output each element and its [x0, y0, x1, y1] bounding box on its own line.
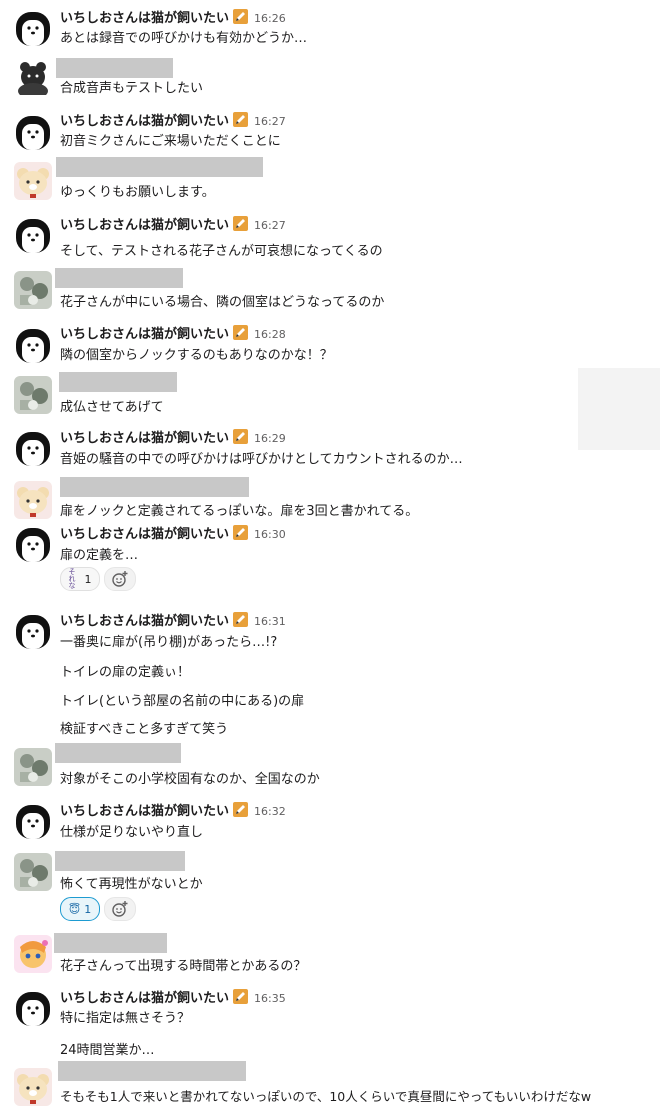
- pencil-badge-icon: [233, 9, 249, 24]
- gray-photo-avatar-icon[interactable]: [14, 748, 52, 786]
- sender-name[interactable]: いちしおさんは猫が飼いたい 16:30: [60, 523, 286, 542]
- redacted-username: [56, 58, 173, 78]
- beige-bear-avatar-icon[interactable]: [14, 1068, 52, 1106]
- message-text: 対象がそこの小学校固有なのか、全国なのか: [60, 772, 320, 787]
- background-panel: [578, 368, 660, 450]
- message-text: 扉の定義を…: [60, 548, 139, 563]
- redacted-username: [55, 851, 185, 871]
- sender-name[interactable]: いちしおさんは猫が飼いたい 16:31: [60, 610, 286, 629]
- timestamp[interactable]: 16:35: [254, 992, 286, 1005]
- message-text: 特に指定は無さそう？: [60, 1011, 191, 1026]
- beige-bear-avatar-icon[interactable]: [14, 162, 52, 200]
- message-text: トイレの扉の定義ぃ！: [60, 665, 191, 680]
- pencil-badge-icon: [233, 112, 249, 127]
- timestamp[interactable]: 16:31: [254, 615, 286, 628]
- gray-photo-avatar-icon[interactable]: [14, 271, 52, 309]
- redacted-username: [60, 477, 249, 497]
- sender-name[interactable]: いちしおさんは猫が飼いたい 16:27: [60, 214, 286, 233]
- white-bear-avatar-icon[interactable]: [14, 8, 52, 46]
- sorena-emoji-icon: それな: [68, 567, 76, 590]
- redacted-username: [59, 372, 177, 392]
- pencil-badge-icon: [233, 612, 249, 627]
- add-reaction-icon: [112, 571, 128, 587]
- sender-name-text[interactable]: いちしおさんは猫が飼いたい: [60, 431, 229, 446]
- gray-photo-avatar-icon[interactable]: [14, 853, 52, 891]
- message-text: 成仏させてあげて: [60, 400, 164, 415]
- pencil-badge-icon: [233, 325, 249, 340]
- white-bear-avatar-icon[interactable]: [14, 611, 52, 649]
- white-bear-avatar-icon[interactable]: [14, 988, 52, 1026]
- reaction-count: 1: [84, 902, 92, 916]
- sender-name-text[interactable]: いちしおさんは猫が飼いたい: [60, 114, 229, 129]
- white-bear-avatar-icon[interactable]: [14, 428, 52, 466]
- pencil-badge-icon: [233, 429, 249, 444]
- gray-photo-avatar-icon[interactable]: [14, 376, 52, 414]
- message-text: 初音ミクさんにご来場いただくことに: [60, 134, 281, 149]
- message-text: 24時間営業か…: [60, 1043, 155, 1058]
- message-text: ゆっくりもお願いします。: [60, 185, 215, 200]
- white-bear-avatar-icon[interactable]: [14, 325, 52, 363]
- message-text: 花子さんが中にいる場合、隣の個室はどうなってるのか: [60, 295, 385, 310]
- add-reaction-icon: [112, 901, 128, 917]
- beige-bear-avatar-icon[interactable]: [14, 481, 52, 519]
- sender-name-text[interactable]: いちしおさんは猫が飼いたい: [60, 527, 229, 542]
- bear-avatar-icon[interactable]: [14, 57, 52, 95]
- sender-name[interactable]: いちしおさんは猫が飼いたい 16:35: [60, 987, 286, 1006]
- redacted-username: [55, 743, 181, 763]
- sender-name-text[interactable]: いちしおさんは猫が飼いたい: [60, 218, 229, 233]
- timestamp[interactable]: 16:32: [254, 805, 286, 818]
- sender-name-text[interactable]: いちしおさんは猫が飼いたい: [60, 991, 229, 1006]
- white-bear-avatar-icon[interactable]: [14, 524, 52, 562]
- reaction-count: 1: [84, 572, 92, 586]
- pencil-badge-icon: [233, 802, 249, 817]
- message-text: 花子さんって出現する時間帯とかあるの？: [60, 959, 307, 974]
- pencil-badge-icon: [233, 525, 249, 540]
- add-reaction-button[interactable]: [104, 897, 136, 921]
- sender-name-text[interactable]: いちしおさんは猫が飼いたい: [60, 327, 229, 342]
- timestamp[interactable]: 16:30: [254, 528, 286, 541]
- pencil-badge-icon: [233, 989, 249, 1004]
- white-bear-avatar-icon[interactable]: [14, 215, 52, 253]
- message-text: あとは録音での呼びかけも有効かどうか…: [60, 31, 308, 46]
- sender-name[interactable]: いちしおさんは猫が飼いたい 16:27: [60, 110, 286, 129]
- white-bear-avatar-icon[interactable]: [14, 112, 52, 150]
- message-text: 扉をノックと定義されてるっぽいな。扉を3回と書かれてる。: [60, 504, 419, 519]
- timestamp[interactable]: 16:28: [254, 328, 286, 341]
- sender-name-text[interactable]: いちしおさんは猫が飼いたい: [60, 804, 229, 819]
- timestamp[interactable]: 16:27: [254, 115, 286, 128]
- redacted-username: [58, 1061, 246, 1081]
- message-text: 隣の個室からノックするのもありなのかな！？: [60, 348, 333, 363]
- timestamp[interactable]: 16:27: [254, 219, 286, 232]
- message-text: 仕様が足りないやり直し: [60, 825, 204, 840]
- redacted-username: [55, 268, 183, 288]
- timestamp[interactable]: 16:26: [254, 12, 286, 25]
- white-bear-avatar-icon[interactable]: [14, 801, 52, 839]
- sender-name[interactable]: いちしおさんは猫が飼いたい 16:28: [60, 323, 286, 342]
- timestamp[interactable]: 16:29: [254, 432, 286, 445]
- anime-avatar-icon[interactable]: [14, 935, 52, 973]
- sender-name[interactable]: いちしおさんは猫が飼いたい 16:32: [60, 800, 286, 819]
- redacted-username: [54, 933, 167, 953]
- sender-name[interactable]: いちしおさんは猫が飼いたい 16:26: [60, 7, 286, 26]
- sender-name-text[interactable]: いちしおさんは猫が飼いたい: [60, 11, 229, 26]
- add-reaction-button[interactable]: [104, 567, 136, 591]
- redacted-username: [56, 157, 263, 177]
- message-text: トイレ(という部屋の名前の中にある)の扉: [60, 694, 305, 709]
- message-text: そもそも1人で来いと書かれてないっぽいので、10人くらいで真昼間にやってもいいわ…: [60, 1089, 592, 1104]
- sender-name-text[interactable]: いちしおさんは猫が飼いたい: [60, 614, 229, 629]
- message-text: 怖くて再現性がないとか: [60, 877, 203, 892]
- message-text: 合成音声もテストしたい: [60, 81, 204, 96]
- message-text: 音姫の騒音の中での呼びかけは呼びかけとしてカウントされるのか…: [60, 452, 463, 467]
- message-text: 一番奥に扉が(吊り棚)があったら…!?: [60, 635, 278, 650]
- reaction-sorena[interactable]: それな 1: [60, 567, 100, 591]
- message-text: 検証すべきこと多すぎて笑う: [60, 722, 229, 737]
- innocent-face-emoji-icon: 😇: [68, 902, 81, 916]
- message-text: そして、テストされる花子さんが可哀想になってくるの: [60, 244, 383, 259]
- pencil-badge-icon: [233, 216, 249, 231]
- reaction-innocent[interactable]: 😇 1: [60, 897, 100, 921]
- sender-name[interactable]: いちしおさんは猫が飼いたい 16:29: [60, 427, 286, 446]
